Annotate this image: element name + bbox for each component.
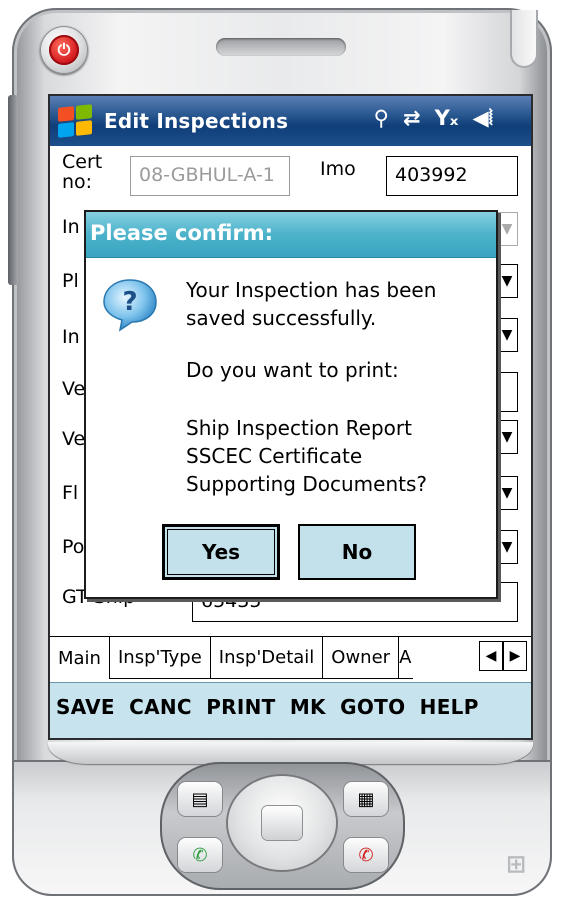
menu-cancel[interactable]: CANC <box>129 695 192 719</box>
speaker-slot <box>216 38 346 56</box>
no-signal-icon[interactable]: Yₓ <box>435 106 459 131</box>
tab-main[interactable]: Main <box>50 637 110 679</box>
dropdown-arrow-5[interactable]: ▼ <box>496 420 518 454</box>
row-label-5: Ve <box>62 428 86 450</box>
call-key-icon[interactable]: ✆ <box>178 838 222 872</box>
confirm-dialog: Please confirm: ? Your Inspection has be… <box>84 210 498 599</box>
print-item-2: SSCEC Certificate <box>186 444 363 468</box>
dropdown-arrow-7[interactable]: ▼ <box>496 530 518 564</box>
device-screen: Edit Inspections ⚲ ⇄ Yₓ ◀⦚ Cert no: 08-G… <box>48 94 533 740</box>
connectivity-icon[interactable]: ⚲ <box>374 106 389 131</box>
dropdown-arrow-3[interactable]: ▼ <box>496 318 518 352</box>
dropdown-arrow-6[interactable]: ▼ <box>496 476 518 510</box>
stylus-slot[interactable] <box>510 10 538 68</box>
row-label-7: Po <box>62 536 85 558</box>
tab-scroll-right-icon[interactable]: ▶ <box>503 641 527 671</box>
print-item-3: Supporting Documents? <box>186 472 427 496</box>
no-button[interactable]: No <box>298 524 416 580</box>
row-label-1: In <box>62 216 80 238</box>
yes-button[interactable]: Yes <box>162 524 280 580</box>
menu-bar: SAVE CANC PRINT MK GOTO HELP <box>50 682 531 738</box>
dpad-center-button[interactable] <box>262 806 302 840</box>
windows-logo-icon: ⊞ <box>506 850 527 878</box>
print-items: Ship Inspection Report SSCEC Certificate… <box>186 414 427 498</box>
dropdown-arrow-1[interactable]: ▼ <box>496 212 518 246</box>
windows-start-icon[interactable] <box>58 104 92 138</box>
tab-scroll-buttons: ◀ ▶ <box>479 641 527 671</box>
sync-arrows-icon[interactable]: ⇄ <box>403 106 421 131</box>
tab-owner[interactable]: Owner <box>323 637 400 679</box>
window-title: Edit Inspections <box>104 109 289 133</box>
row-label-3: In <box>62 326 80 348</box>
imo-field[interactable]: 403992 <box>386 156 518 196</box>
calendar-key-icon[interactable]: ▦ <box>344 782 388 816</box>
speaker-icon[interactable]: ◀⦚ <box>472 106 493 131</box>
message-line-1: Your Inspection has been <box>186 278 437 302</box>
tab-insp-detail[interactable]: Insp'Detail <box>210 637 324 679</box>
menu-help[interactable]: HELP <box>420 695 479 719</box>
tab-insp-type[interactable]: Insp'Type <box>109 637 211 679</box>
imo-label: Imo <box>320 158 356 180</box>
dialog-message: Your Inspection has been saved successfu… <box>186 276 436 332</box>
tab-scroll-left-icon[interactable]: ◀ <box>479 641 503 671</box>
message-line-2: saved successfully. <box>186 306 377 330</box>
left-side-groove <box>8 95 18 285</box>
row-label-6: Fl <box>62 482 79 504</box>
menu-print[interactable]: PRINT <box>206 695 275 719</box>
print-item-1: Ship Inspection Report <box>186 416 412 440</box>
softkey-bar[interactable] <box>48 742 533 764</box>
power-icon: ⏻ <box>49 35 79 65</box>
menu-mk[interactable]: MK <box>290 695 326 719</box>
tab-strip: Main Insp'Type Insp'Detail Owner A ◀ ▶ <box>50 636 531 679</box>
dialog-title: Please confirm: <box>86 212 496 258</box>
contacts-key-icon[interactable]: ▤ <box>178 782 222 816</box>
menu-save[interactable]: SAVE <box>56 695 115 719</box>
cert-number-field: 08-GBHUL-A-1 <box>130 156 290 196</box>
dialog-question: Do you want to print: <box>186 358 399 382</box>
cert-label: Cert no: <box>62 151 103 193</box>
question-icon: ? <box>103 279 157 332</box>
svg-text:?: ? <box>122 287 137 317</box>
tab-overflow[interactable]: A <box>399 637 414 679</box>
end-call-key-icon[interactable]: ✆ <box>344 838 388 872</box>
menu-goto[interactable]: GOTO <box>340 695 405 719</box>
field-edge-4[interactable] <box>496 372 518 412</box>
row-label-2: Pl <box>62 270 79 292</box>
power-button[interactable]: ⏻ <box>40 26 88 74</box>
dropdown-arrow-2[interactable]: ▼ <box>496 264 518 298</box>
row-label-4: Ve <box>62 378 86 400</box>
status-icons: ⚲ ⇄ Yₓ ◀⦚ <box>374 106 493 131</box>
title-bar: Edit Inspections ⚲ ⇄ Yₓ ◀⦚ <box>50 96 531 146</box>
